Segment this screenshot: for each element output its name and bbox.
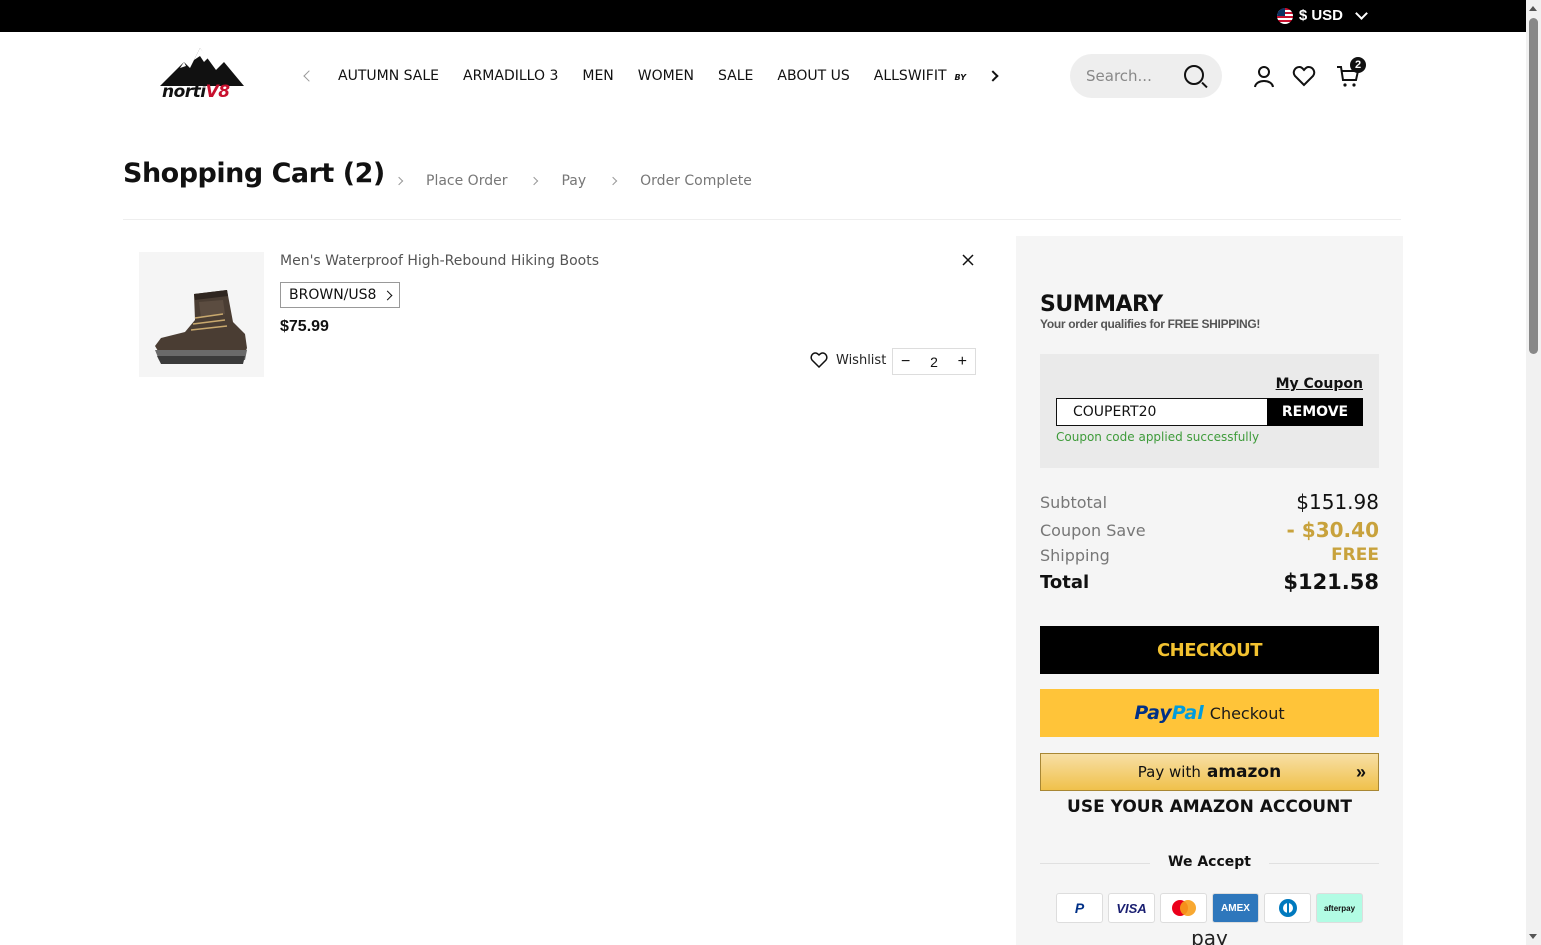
amex-card-icon: AMEX [1212, 893, 1259, 923]
coupon-success-message: Coupon code applied successfully [1056, 430, 1260, 444]
search-box [1070, 54, 1222, 98]
currency-selector[interactable]: $ USD [1276, 7, 1368, 24]
chevron-right-icon [608, 176, 618, 186]
checkout-steps: Place Order Pay Order Complete [394, 173, 776, 189]
coupon-save-value: - $30.40 [1286, 518, 1379, 542]
product-image[interactable] [139, 252, 264, 377]
we-accept-heading: We Accept [1168, 854, 1251, 870]
subtotal-row: Subtotal $151.98 [1040, 490, 1379, 514]
main-nav: AUTUMN SALE ARMADILLO 3 MEN WOMEN SALE A… [300, 60, 1002, 92]
chevron-right-icon [987, 70, 999, 82]
currency-label: $ USD [1298, 7, 1343, 24]
paypal-checkout-label: Checkout [1209, 703, 1285, 723]
heart-icon[interactable] [1292, 64, 1316, 88]
paypal-card-icon: P [1056, 893, 1103, 923]
search-input[interactable] [1086, 67, 1182, 85]
logo-text: nortiV8 [162, 82, 230, 102]
cart-button[interactable]: 2 [1336, 57, 1366, 88]
afterpay-card-icon: afterpay [1316, 893, 1363, 923]
add-to-wishlist-button[interactable]: Wishlist [810, 352, 886, 368]
remove-coupon-button[interactable]: REMOVE [1267, 398, 1363, 426]
payment-cards: P VISA AMEX afterpay [1056, 893, 1363, 923]
cart-count-badge: 2 [1350, 57, 1366, 73]
subtotal-label: Subtotal [1040, 492, 1108, 512]
my-coupon-link[interactable]: My Coupon [1276, 376, 1363, 392]
nav-sale[interactable]: SALE [718, 68, 753, 84]
step-pay: Pay [561, 173, 587, 189]
total-value: $121.58 [1283, 570, 1379, 594]
by-nortiv8-tag: BY [954, 73, 966, 82]
variant-selector[interactable]: BROWN/US8 [280, 282, 401, 308]
subtotal-value: $151.98 [1296, 490, 1379, 514]
checkout-button[interactable]: CHECKOUT [1040, 626, 1379, 674]
shipping-label: Shipping [1040, 545, 1110, 565]
scroll-thumb[interactable] [1529, 18, 1538, 354]
nav-allswifit-label: ALLSWIFIT [873, 68, 947, 84]
scroll-up-arrow-icon[interactable] [1529, 6, 1537, 11]
total-label: Total [1040, 571, 1090, 593]
step-order-complete: Order Complete [640, 173, 752, 189]
decrease-quantity-button[interactable]: − [901, 353, 910, 371]
coupon-section: My Coupon REMOVE Coupon code applied suc… [1040, 354, 1379, 468]
search-icon[interactable] [1184, 65, 1204, 85]
diners-card-icon [1264, 893, 1311, 923]
nav-next-button[interactable] [984, 67, 1002, 85]
mountain-logo-icon [160, 48, 244, 86]
amazon-account-label: USE YOUR AMAZON ACCOUNT [1067, 797, 1352, 817]
coupon-save-label: Coupon Save [1040, 520, 1146, 540]
total-row: Total $121.58 [1040, 570, 1379, 594]
wishlist-label: Wishlist [836, 352, 887, 368]
paypal-logo-pay: Pay [1134, 702, 1172, 724]
variant-label: BROWN/US8 [289, 287, 377, 303]
visa-card-icon: VISA [1108, 893, 1155, 923]
chevron-left-icon [303, 70, 315, 82]
nav-about-us[interactable]: ABOUT US [777, 68, 849, 84]
product-name[interactable]: Men's Waterproof High-Rebound Hiking Boo… [280, 253, 599, 269]
remove-item-close-icon[interactable] [960, 252, 976, 268]
chevron-right-icon [382, 290, 393, 300]
chevron-down-icon [1355, 7, 1368, 20]
amazon-logo: amazon [1206, 762, 1282, 782]
nav-autumn-sale[interactable]: AUTUMN SALE [338, 68, 439, 84]
paypal-logo-pal: Pal [1171, 702, 1204, 724]
diners-circle [1278, 899, 1297, 917]
shipping-value: FREE [1331, 545, 1379, 565]
scroll-down-arrow-icon[interactable] [1529, 934, 1537, 939]
more-payment-label: pay [1191, 926, 1228, 945]
site-logo[interactable]: nortiV8 [158, 46, 246, 106]
divider [123, 219, 1401, 220]
summary-title: SUMMARY [1040, 292, 1163, 317]
coupon-code-input[interactable] [1056, 398, 1268, 426]
top-bar: $ USD [0, 0, 1526, 32]
coupon-save-row: Coupon Save - $30.40 [1040, 518, 1379, 542]
double-chevron-right-icon: » [1355, 762, 1366, 782]
hiking-boot-image [155, 290, 247, 364]
nav-prev-button[interactable] [300, 67, 318, 85]
step-place-order: Place Order [426, 173, 508, 189]
paypal-logo: PayPal [1134, 702, 1203, 724]
nav-armadillo-3[interactable]: ARMADILLO 3 [463, 68, 558, 84]
nav-women[interactable]: WOMEN [638, 68, 694, 84]
paypal-checkout-button[interactable]: PayPal Checkout [1040, 689, 1379, 737]
order-summary: SUMMARY Your order qualifies for FREE SH… [1016, 236, 1403, 945]
mastercard-icon [1160, 893, 1207, 923]
page-title: Shopping Cart (2) [123, 158, 385, 189]
chevron-right-icon [394, 176, 404, 186]
us-flag-icon [1276, 7, 1293, 24]
free-shipping-note: Your order qualifies for FREE SHIPPING! [1040, 317, 1261, 331]
product-price: $75.99 [280, 318, 329, 335]
nav-men[interactable]: MEN [582, 68, 613, 84]
mastercard-circles [1171, 900, 1196, 916]
account-icon[interactable] [1252, 64, 1276, 88]
quantity-stepper: − 2 + [892, 348, 976, 375]
chevron-right-icon [530, 176, 539, 186]
shipping-row: Shipping FREE [1040, 545, 1379, 565]
quantity-value[interactable]: 2 [930, 354, 938, 370]
amazon-pay-button[interactable]: Pay with amazon » [1040, 753, 1379, 791]
heart-icon [810, 352, 828, 368]
nav-allswifit[interactable]: ALLSWIFIT BY [874, 68, 966, 84]
amazon-pay-label: Pay with [1137, 763, 1201, 781]
increase-quantity-button[interactable]: + [958, 353, 967, 371]
page-scrollbar[interactable] [1526, 0, 1541, 945]
